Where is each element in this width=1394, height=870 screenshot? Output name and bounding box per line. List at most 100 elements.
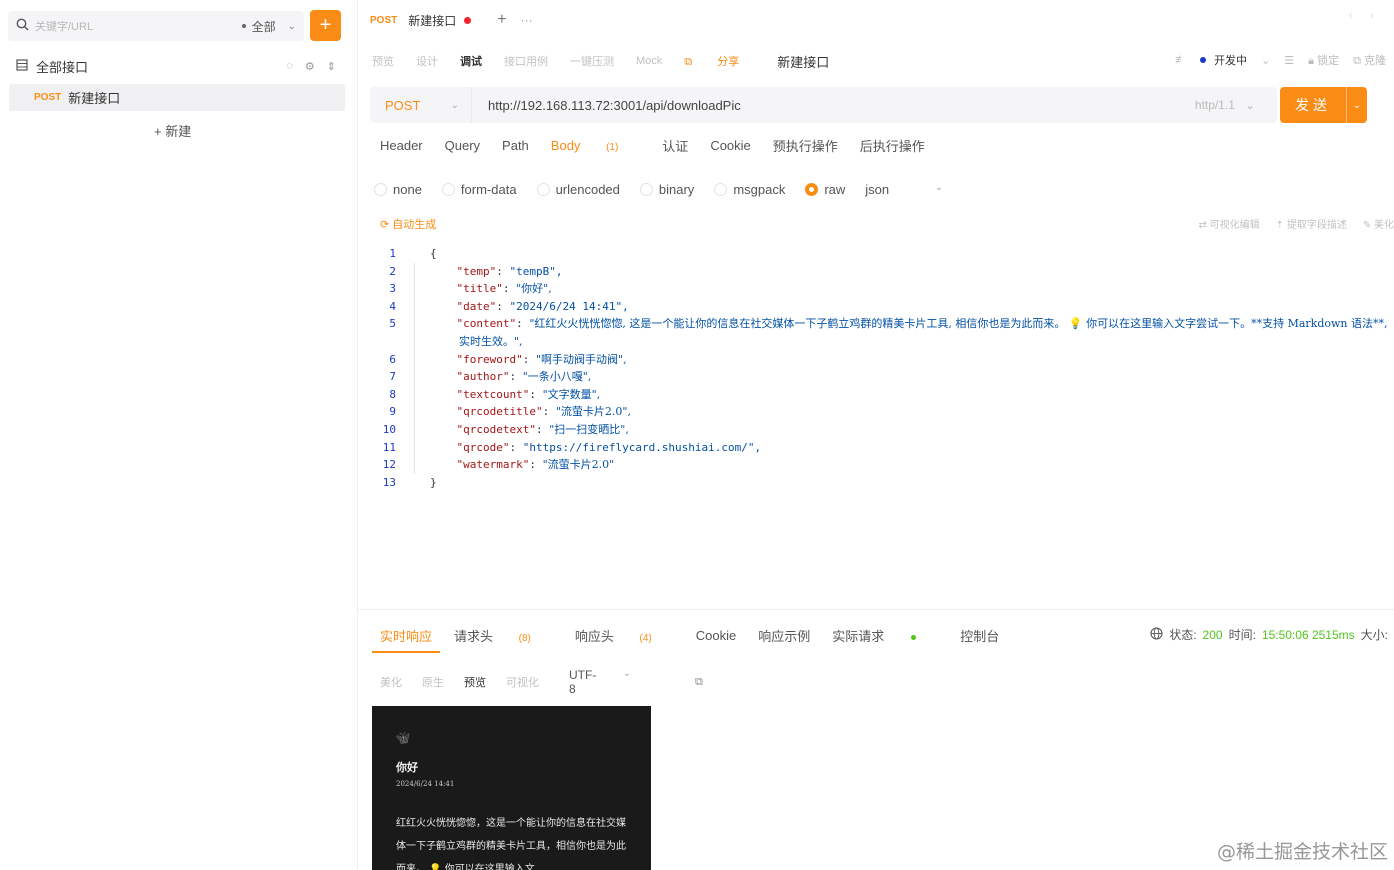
tab-request-headers[interactable]: 请求头 (8) bbox=[454, 626, 553, 645]
view-preview[interactable]: 预览 bbox=[464, 674, 486, 690]
radio-binary-label: binary bbox=[658, 182, 695, 197]
mode-load-test[interactable]: 一键压测 bbox=[570, 53, 614, 69]
mode-test-cases[interactable]: 接口用例 bbox=[504, 53, 548, 69]
format-icon[interactable]: ≢ bbox=[1175, 54, 1186, 66]
view-visual[interactable]: 可视化 bbox=[506, 674, 539, 690]
radio-msgpack[interactable]: msgpack bbox=[714, 182, 785, 197]
api-name[interactable]: 新建接口 bbox=[777, 52, 829, 71]
tab-console[interactable]: 控制台 bbox=[960, 626, 999, 645]
panel-divider[interactable] bbox=[358, 609, 1394, 610]
line-number: 3 bbox=[389, 282, 396, 296]
tab-path[interactable]: Path bbox=[502, 138, 529, 153]
line-number: 2 bbox=[389, 264, 396, 278]
tab-method-badge: POST bbox=[370, 14, 398, 26]
send-button[interactable]: 发送 ⌄ bbox=[1280, 87, 1367, 123]
url-input[interactable]: http://192.168.113.72:3001/api/downloadP… bbox=[488, 98, 1195, 113]
tab-request-headers-count: (8) bbox=[518, 632, 531, 644]
status-code: 200 bbox=[1202, 627, 1223, 642]
code-line: 11 "qrcode": "https://fireflycard.shushi… bbox=[370, 438, 1392, 457]
back-button[interactable]: ‹ bbox=[1349, 10, 1353, 22]
chevron-down-icon: ⌄ bbox=[450, 99, 459, 111]
copy-icon[interactable]: ⧉ bbox=[695, 676, 703, 689]
env-select[interactable]: 开发中 bbox=[1200, 52, 1247, 68]
open-brace: { bbox=[430, 247, 437, 260]
editor-tools: ⇄ 可视化编辑 ⇡ 提取字段描述 ✎ 美化 bbox=[1198, 216, 1394, 231]
time-label: 时间: bbox=[1228, 628, 1256, 642]
tab-header[interactable]: Header bbox=[380, 138, 423, 153]
tab-post-script[interactable]: 后执行操作 bbox=[860, 136, 925, 155]
env-name: 开发中 bbox=[1214, 55, 1248, 67]
tab-body[interactable]: Body (1) bbox=[551, 138, 641, 153]
json-key: "foreword" bbox=[456, 352, 523, 366]
protocol-select[interactable]: http/1.1 ⌄ bbox=[1195, 98, 1255, 112]
tab-response-cookie[interactable]: Cookie bbox=[696, 628, 736, 643]
settings-icon[interactable]: ⚙ bbox=[305, 60, 315, 73]
sort-icon[interactable]: ⇕ bbox=[327, 60, 336, 73]
forward-button[interactable]: › bbox=[1370, 10, 1374, 22]
radio-raw[interactable]: raw bbox=[805, 182, 845, 197]
scope-select[interactable]: 全部 bbox=[252, 18, 276, 35]
method-badge: POST bbox=[34, 92, 62, 103]
tab-new-api[interactable]: 新建接口 bbox=[408, 12, 456, 29]
mode-design[interactable]: 设计 bbox=[416, 53, 438, 69]
tab-auth[interactable]: 认证 bbox=[662, 136, 688, 155]
env-settings-icon[interactable]: ☰ bbox=[1284, 54, 1294, 67]
code-line: 5 "content": "红红火火恍恍惚惚, 这是一个能让你的信息在社交媒体一… bbox=[370, 315, 1392, 351]
autogen-button[interactable]: ⟳ 自动生成 bbox=[380, 216, 436, 232]
response-view-modes: 美化 原生 预览 可视化 UTF-8 ⌄ ⧉ bbox=[380, 668, 723, 696]
clone-button[interactable]: ⧉ 克隆 bbox=[1353, 52, 1386, 68]
tree-item-new-api[interactable]: POST 新建接口 bbox=[9, 84, 345, 111]
refresh-icon[interactable]: ◌ bbox=[286, 60, 293, 73]
chevron-down-icon[interactable]: ⌄ bbox=[288, 21, 296, 32]
tab-live-response[interactable]: 实时响应 bbox=[380, 626, 432, 645]
json-value: "啊手动阀手动阀", bbox=[535, 352, 627, 366]
lock-button[interactable]: 🔒︎ 锁定 bbox=[1308, 52, 1339, 68]
send-dropdown-icon[interactable]: ⌄ bbox=[1346, 87, 1367, 123]
refresh-icon: ⟳ bbox=[380, 219, 393, 231]
tab-pre-script[interactable]: 预执行操作 bbox=[773, 136, 838, 155]
tab-cookie[interactable]: Cookie bbox=[710, 138, 750, 153]
beautify-button[interactable]: ✎ 美化 bbox=[1363, 216, 1394, 231]
mode-debug[interactable]: 调试 bbox=[460, 53, 482, 69]
radio-binary[interactable]: binary bbox=[639, 182, 695, 197]
add-tab-button[interactable]: + bbox=[497, 11, 506, 29]
tab-response-example[interactable]: 响应示例 bbox=[758, 626, 810, 645]
sidebar: 关键字/URL 全部 ⌄ + 全部接口 ◌ ⚙ ⇕ POST 新建接口 + 新建 bbox=[0, 0, 358, 870]
method-select[interactable]: POST ⌄ bbox=[370, 87, 472, 123]
code-line: 2 "temp": "tempB", bbox=[370, 262, 1392, 281]
tab-bar: POST 新建接口 + ··· bbox=[370, 8, 533, 32]
radio-none[interactable]: none bbox=[374, 182, 422, 197]
raw-format-select[interactable]: json ⌄ bbox=[865, 182, 943, 197]
encoding-select[interactable]: UTF-8 ⌄ bbox=[569, 668, 651, 696]
radio-urlencoded[interactable]: urlencoded bbox=[536, 182, 620, 197]
code-line: 8 "textcount": "文字数量", bbox=[370, 385, 1392, 404]
add-button[interactable]: + bbox=[310, 10, 341, 41]
json-value: "红红火火恍恍惚惚, 这是一个能让你的信息在社交媒体一下子鹤立鸡群的精美卡片工具… bbox=[459, 317, 1391, 348]
code-editor[interactable]: 1{ 2 "temp": "tempB", 3 "title": "你好", 4… bbox=[370, 245, 1392, 491]
line-number: 8 bbox=[389, 387, 396, 401]
tab-actual-request[interactable]: 实际请求 bbox=[832, 626, 938, 645]
mode-mock[interactable]: Mock bbox=[636, 55, 662, 67]
json-value: "流萤卡片2.0", bbox=[555, 405, 631, 419]
visual-edit-button[interactable]: ⇄ 可视化编辑 bbox=[1198, 216, 1259, 231]
json-key: "content" bbox=[456, 317, 517, 331]
env-dot bbox=[1200, 57, 1207, 63]
chevron-down-icon[interactable]: ⌄ bbox=[1261, 54, 1270, 67]
globe-icon[interactable] bbox=[1150, 626, 1163, 643]
tree-root-all-apis[interactable]: 全部接口 ◌ ⚙ ⇕ bbox=[16, 56, 336, 76]
response-tabs: 实时响应 请求头 (8) 响应头 (4) Cookie 响应示例 实际请求 控制… bbox=[380, 624, 1021, 646]
new-api-button[interactable]: + 新建 bbox=[154, 121, 191, 140]
tab-response-headers[interactable]: 响应头 (4) bbox=[575, 626, 674, 645]
mode-preview[interactable]: 预览 bbox=[372, 53, 394, 69]
more-tabs-button[interactable]: ··· bbox=[521, 13, 533, 27]
view-raw[interactable]: 原生 bbox=[422, 674, 444, 690]
line-number: 12 bbox=[382, 458, 396, 472]
tab-query[interactable]: Query bbox=[445, 138, 480, 153]
share-button[interactable]: ⧉ 分享 bbox=[684, 53, 761, 69]
search-input[interactable]: 关键字/URL 全部 ⌄ bbox=[8, 11, 304, 41]
radio-form-data[interactable]: form-data bbox=[441, 182, 517, 197]
view-beautify[interactable]: 美化 bbox=[380, 674, 402, 690]
request-tabs: Header Query Path Body (1) 认证 Cookie 预执行… bbox=[380, 134, 947, 156]
extract-desc-button[interactable]: ⇡ 提取字段描述 bbox=[1276, 216, 1347, 231]
raw-format-value: json bbox=[865, 182, 890, 197]
